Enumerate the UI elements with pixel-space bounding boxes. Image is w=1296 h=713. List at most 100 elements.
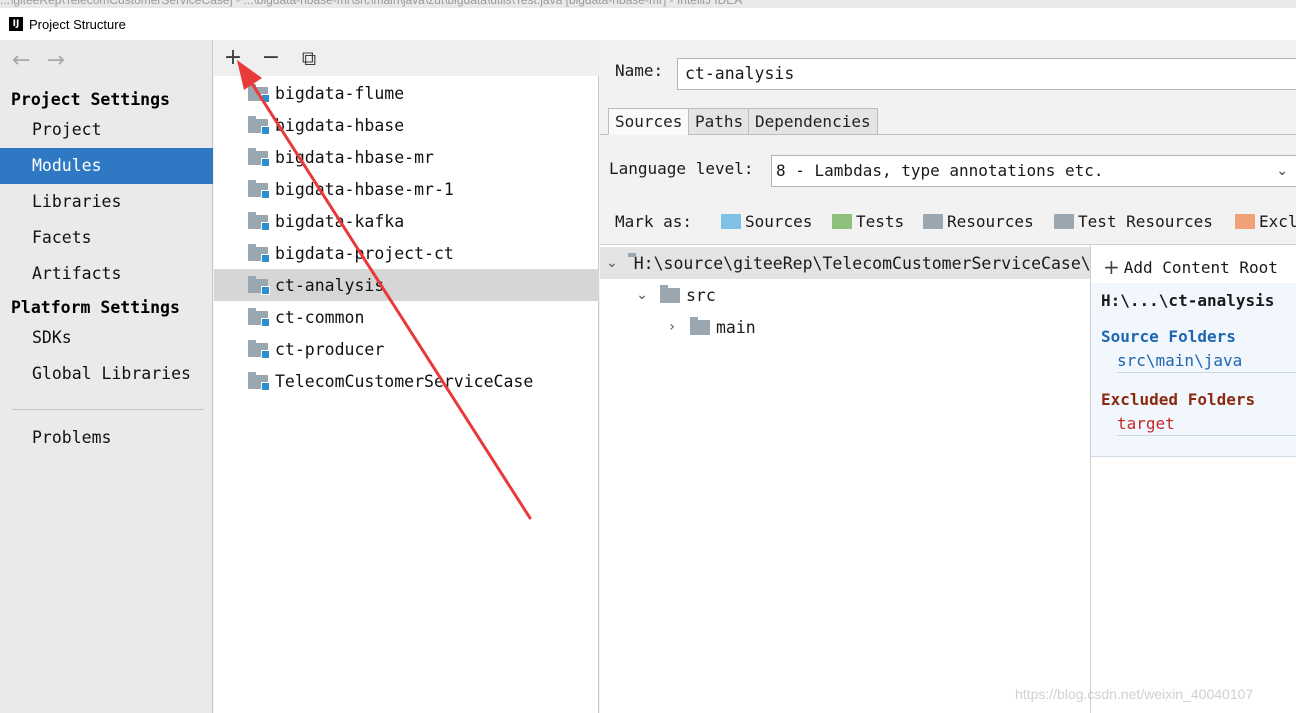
module-folder-icon bbox=[248, 212, 270, 231]
language-level-value: 8 - Lambdas, type annotations etc. bbox=[776, 161, 1104, 180]
module-folder-icon bbox=[248, 244, 270, 263]
content-root-path: H:\source\giteeRep\TelecomCustomerServic… bbox=[633, 253, 1090, 273]
nav-divider bbox=[12, 409, 204, 410]
mark-as-test-resources-label: Test Resources bbox=[1078, 212, 1213, 231]
dialog-titlebar: IJ Project Structure bbox=[0, 8, 1296, 40]
folder-icon bbox=[660, 284, 680, 303]
excluded-folder-icon bbox=[1235, 214, 1255, 229]
content-root-path-short: H:\...\ct-analysis bbox=[1101, 291, 1275, 310]
source-folder-entry[interactable]: src\main\java bbox=[1117, 351, 1296, 373]
module-folder-icon bbox=[248, 84, 270, 103]
module-name: ct-producer bbox=[275, 339, 385, 359]
nav-item-facets[interactable]: Facets bbox=[0, 220, 213, 256]
chevron-right-icon[interactable]: › bbox=[664, 319, 680, 335]
source-folders-heading: Source Folders bbox=[1101, 327, 1236, 346]
platform-settings-heading: Platform Settings bbox=[11, 298, 180, 317]
language-level-dropdown[interactable]: 8 - Lambdas, type annotations etc. ⌄ bbox=[771, 155, 1296, 187]
tree-label-main: main bbox=[716, 317, 756, 337]
chevron-down-icon: ⌄ bbox=[1276, 163, 1288, 179]
dialog-title: Project Structure bbox=[29, 16, 126, 32]
background-window-title: ...\giteeRep\TelecomCustomerServiceCase]… bbox=[0, 0, 1296, 8]
module-folder-icon bbox=[248, 308, 270, 327]
module-name: bigdata-kafka bbox=[275, 211, 405, 231]
module-folder-icon bbox=[248, 180, 270, 199]
mark-as-tests-button[interactable]: Tests bbox=[832, 212, 904, 231]
module-name: TelecomCustomerServiceCase bbox=[275, 371, 534, 391]
watermark-text: https://blog.csdn.net/weixin_40040107 bbox=[1015, 686, 1254, 702]
plus-icon: + bbox=[1103, 255, 1120, 279]
nav-item-sdks[interactable]: SDKs bbox=[0, 320, 213, 356]
excluded-folder-entry[interactable]: target bbox=[1117, 414, 1296, 436]
module-name: bigdata-flume bbox=[275, 83, 405, 103]
forward-arrow-icon[interactable]: → bbox=[46, 48, 64, 73]
mark-as-excluded-button[interactable]: Excl bbox=[1235, 212, 1296, 231]
mark-as-resources-button[interactable]: Resources bbox=[923, 212, 1034, 231]
module-item[interactable]: TelecomCustomerServiceCase bbox=[214, 365, 599, 397]
mark-as-sources-label: Sources bbox=[745, 212, 813, 231]
mark-as-label: Mark as: bbox=[615, 212, 693, 231]
module-toolbar: + − ⧉ bbox=[214, 40, 599, 76]
nav-item-modules[interactable]: Modules bbox=[0, 148, 213, 184]
module-folder-icon bbox=[248, 148, 270, 167]
nav-item-problems[interactable]: Problems bbox=[0, 420, 213, 456]
module-name: ct-common bbox=[275, 307, 365, 327]
module-item-selected[interactable]: ct-analysis bbox=[214, 269, 599, 301]
tab-paths[interactable]: Paths bbox=[688, 108, 751, 135]
intellij-app-icon: IJ bbox=[9, 17, 23, 31]
module-name: bigdata-hbase bbox=[275, 115, 405, 135]
content-root-card: H:\...\ct-analysis Source Folders src\ma… bbox=[1091, 283, 1296, 457]
module-name: ct-analysis bbox=[275, 275, 385, 295]
add-module-icon[interactable]: + bbox=[222, 47, 244, 69]
remove-module-icon[interactable]: − bbox=[260, 47, 282, 69]
resources-folder-icon bbox=[923, 214, 943, 229]
module-name-input[interactable]: ct-analysis bbox=[677, 58, 1296, 90]
module-item[interactable]: bigdata-kafka bbox=[214, 205, 599, 237]
module-folder-icon bbox=[248, 372, 270, 391]
tab-dependencies[interactable]: Dependencies bbox=[748, 108, 878, 135]
content-tree: ⌄ H:\source\giteeRep\TelecomCustomerServ… bbox=[600, 244, 1090, 713]
tests-folder-icon bbox=[832, 214, 852, 229]
copy-module-icon[interactable]: ⧉ bbox=[298, 47, 320, 69]
project-settings-heading: Project Settings bbox=[11, 90, 170, 109]
module-list-panel: + − ⧉ bigdata-flume bigdata-hbase bigdat… bbox=[214, 40, 599, 713]
excluded-folders-heading: Excluded Folders bbox=[1101, 390, 1256, 409]
nav-history: ← → bbox=[12, 48, 65, 73]
back-arrow-icon[interactable]: ← bbox=[12, 48, 30, 73]
name-label: Name: bbox=[615, 61, 664, 80]
module-item[interactable]: ct-common bbox=[214, 301, 599, 333]
module-name: bigdata-hbase-mr-1 bbox=[275, 179, 454, 199]
module-item[interactable]: bigdata-hbase-mr bbox=[214, 141, 599, 173]
module-item[interactable]: bigdata-project-ct bbox=[214, 237, 599, 269]
nav-item-global-libraries[interactable]: Global Libraries bbox=[0, 356, 213, 392]
module-item[interactable]: bigdata-hbase-mr-1 bbox=[214, 173, 599, 205]
folder-icon bbox=[690, 316, 710, 335]
module-item[interactable]: bigdata-hbase bbox=[214, 109, 599, 141]
module-folder-icon bbox=[248, 340, 270, 359]
nav-item-libraries[interactable]: Libraries bbox=[0, 184, 213, 220]
module-name: bigdata-project-ct bbox=[275, 243, 454, 263]
settings-nav: ← → Project Settings Project Modules Lib… bbox=[0, 40, 213, 713]
test-resources-folder-icon bbox=[1054, 214, 1074, 229]
tab-sources[interactable]: Sources bbox=[608, 108, 690, 135]
mark-as-sources-button[interactable]: Sources bbox=[721, 212, 812, 231]
sources-folder-icon bbox=[721, 214, 741, 229]
chevron-down-icon[interactable]: ⌄ bbox=[634, 287, 650, 303]
nav-item-artifacts[interactable]: Artifacts bbox=[0, 256, 213, 292]
mark-as-excluded-label: Excl bbox=[1259, 212, 1296, 231]
tree-row-main[interactable]: › main bbox=[664, 311, 756, 343]
tree-label-src: src bbox=[686, 285, 716, 305]
mark-as-test-resources-button[interactable]: Test Resources bbox=[1054, 212, 1213, 231]
content-roots-panel: + Add Content Root H:\...\ct-analysis So… bbox=[1090, 244, 1296, 713]
mark-as-tests-label: Tests bbox=[856, 212, 905, 231]
chevron-down-icon[interactable]: ⌄ bbox=[606, 255, 618, 271]
module-detail-panel: Name: ct-analysis Sources Paths Dependen… bbox=[600, 40, 1296, 713]
module-item[interactable]: ct-producer bbox=[214, 333, 599, 365]
tree-row-content-root[interactable]: ⌄ H:\source\giteeRep\TelecomCustomerServ… bbox=[600, 247, 1090, 279]
nav-item-project[interactable]: Project bbox=[0, 112, 213, 148]
module-folder-icon bbox=[248, 116, 270, 135]
language-level-label: Language level: bbox=[609, 159, 754, 178]
module-name: bigdata-hbase-mr bbox=[275, 147, 434, 167]
add-content-root-button[interactable]: + Add Content Root bbox=[1103, 255, 1278, 279]
tree-row-src[interactable]: ⌄ src bbox=[634, 279, 716, 311]
module-item[interactable]: bigdata-flume bbox=[214, 77, 599, 109]
